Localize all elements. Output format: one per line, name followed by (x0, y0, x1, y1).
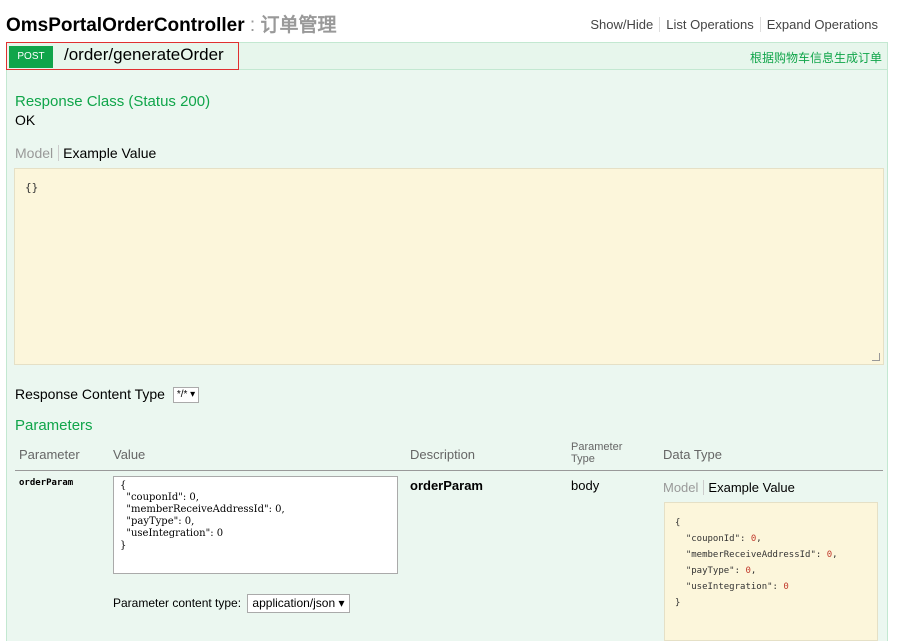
param-name: orderParam (19, 478, 74, 488)
operations-links: Show/Hide List Operations Expand Operati… (584, 17, 884, 32)
tab-model[interactable]: Model (15, 145, 60, 161)
header-description: Description (410, 447, 476, 462)
response-content-type-label: Response Content Type (15, 386, 165, 402)
param-example-box[interactable]: { "couponId": 0, "memberReceiveAddressId… (664, 502, 878, 641)
response-class-heading: Response Class (Status 200) (15, 93, 211, 110)
controller-separator: : (244, 15, 261, 36)
header-divider (15, 470, 883, 471)
show-hide-link[interactable]: Show/Hide (584, 17, 659, 32)
header-parameter-type-line1: Parameter (571, 441, 623, 453)
response-model-tabs: Model Example Value (15, 145, 156, 161)
param-value-textarea[interactable]: { "couponId": 0, "memberReceiveAddressId… (113, 476, 398, 574)
param-model-tabs: Model Example Value (663, 480, 795, 495)
param-description: orderParam (410, 478, 483, 493)
response-content-type: Response Content Type */* ▾ (15, 386, 200, 404)
header-parameter-type: Parameter Type (571, 441, 622, 465)
param-example-code: { "couponId": 0, "memberReceiveAddressId… (675, 518, 838, 608)
response-example-box[interactable]: {} (14, 168, 884, 365)
response-content-type-select[interactable]: */* ▾ (172, 387, 200, 404)
controller-name[interactable]: OmsPortalOrderController (6, 15, 245, 36)
list-operations-link[interactable]: List Operations (659, 17, 759, 32)
resize-handle-icon[interactable] (872, 353, 880, 361)
controller-description: 订单管理 (260, 15, 337, 36)
header-parameter: Parameter (19, 447, 80, 462)
controller-header: OmsPortalOrderController : 订单管理 Show/Hid… (0, 0, 900, 44)
response-class-value: OK (15, 112, 36, 128)
param-content-type: Parameter content type: application/json… (113, 594, 350, 613)
highlight-box (6, 42, 239, 70)
header-data-type: Data Type (663, 447, 723, 462)
tab-example-value[interactable]: Example Value (59, 145, 156, 161)
parameters-heading: Parameters (15, 417, 93, 434)
response-example-code: {} (25, 181, 39, 194)
expand-operations-link[interactable]: Expand Operations (759, 17, 884, 32)
header-value: Value (113, 447, 146, 462)
param-content-type-label: Parameter content type: (113, 596, 242, 610)
param-type: body (571, 478, 600, 493)
param-tab-model[interactable]: Model (663, 480, 705, 495)
param-content-type-select[interactable]: application/json ▾ (247, 594, 350, 613)
operation-summary[interactable]: 根据购物车信息生成订单 (750, 49, 882, 66)
param-tab-example-value[interactable]: Example Value (704, 480, 794, 495)
controller-title[interactable]: OmsPortalOrderController : 订单管理 (6, 10, 336, 37)
header-parameter-type-line2: Type (571, 453, 595, 465)
